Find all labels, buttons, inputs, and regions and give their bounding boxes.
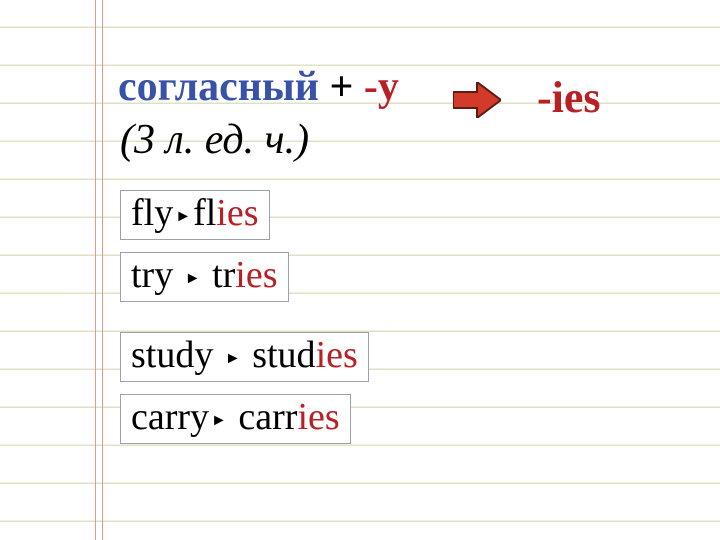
example-ending: ies bbox=[316, 334, 358, 376]
example-stem: carr bbox=[238, 396, 297, 438]
example-stem: fl bbox=[193, 192, 216, 234]
rule-subtitle: (3 л. ед. ч.) bbox=[120, 116, 309, 164]
example-base: study bbox=[131, 334, 213, 376]
triangle-icon: ► bbox=[223, 351, 243, 368]
plus-sign: + bbox=[329, 64, 353, 110]
example-stem: stud bbox=[252, 334, 315, 376]
arrow-icon bbox=[453, 82, 501, 118]
example-ending: ies bbox=[216, 192, 258, 234]
example-ending: ies bbox=[297, 396, 339, 438]
triangle-icon: ► bbox=[209, 413, 229, 430]
rule-consonant-word: согласный bbox=[118, 64, 319, 110]
suffix-y: -y bbox=[364, 64, 399, 110]
example-row: fly►flies bbox=[120, 190, 270, 240]
example-row: study ► studies bbox=[120, 332, 369, 382]
example-row: carry► carries bbox=[120, 394, 351, 444]
example-row: try ► tries bbox=[120, 252, 289, 302]
example-base: try bbox=[131, 254, 173, 296]
example-stem: tr bbox=[212, 254, 235, 296]
triangle-icon: ► bbox=[173, 209, 193, 226]
example-base: carry bbox=[131, 396, 209, 438]
result-suffix: -ies bbox=[537, 72, 601, 123]
example-base: fly bbox=[131, 192, 173, 234]
triangle-icon: ► bbox=[183, 271, 203, 288]
rule-headline: согласный + -y bbox=[118, 64, 399, 110]
example-ending: ies bbox=[235, 254, 277, 296]
